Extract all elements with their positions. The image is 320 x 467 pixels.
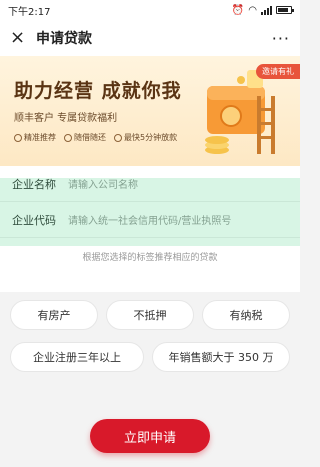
status-bar: 下午2:17 ⏰ ◠	[0, 0, 300, 20]
tag-hint: 根据您选择的标签推荐相应的贷款	[82, 253, 218, 263]
battery-icon	[276, 6, 294, 14]
apply-button[interactable]: 立即申请	[90, 419, 210, 453]
company-name-row[interactable]: 企业名称 请输入公司名称	[0, 166, 300, 202]
tag-registered-3-years[interactable]: 企业注册三年以上	[10, 342, 144, 372]
feature-item: 随借随还	[64, 132, 106, 143]
close-icon[interactable]: ×	[10, 29, 30, 47]
banner-subtitle: 顺丰客户 专属贷款福利	[14, 113, 118, 124]
banner-features: 精准推荐 随借随还 最快5分钟放款	[14, 132, 177, 143]
company-name-input[interactable]: 请输入公司名称	[68, 176, 288, 191]
tag-annual-sales[interactable]: 年销售额大于 350 万	[152, 342, 290, 372]
company-code-input[interactable]: 请输入统一社会信用代码/营业执照号	[68, 212, 288, 227]
company-code-row[interactable]: 企业代码 请输入统一社会信用代码/营业执照号	[0, 202, 300, 238]
invite-badge[interactable]: 邀请有礼	[256, 64, 300, 79]
signal-icon	[261, 5, 272, 15]
tag-has-property[interactable]: 有房产	[10, 300, 98, 330]
alarm-icon: ⏰	[231, 4, 245, 16]
page-title: 申请贷款	[36, 31, 92, 47]
status-time: 下午2:17	[8, 6, 51, 18]
tag-chips: 有房产 不抵押 有纳税 企业注册三年以上 年销售额大于 350 万	[0, 292, 300, 410]
check-icon	[14, 133, 22, 142]
wallet-coins-illustration	[205, 70, 275, 154]
more-icon[interactable]: ···	[272, 29, 290, 48]
clock-icon	[114, 133, 122, 142]
tag-no-collateral[interactable]: 不抵押	[106, 300, 194, 330]
feature-item: 精准推荐	[14, 132, 56, 143]
nav-bar: × 申请贷款 ···	[0, 20, 300, 56]
company-name-label: 企业名称	[12, 177, 56, 191]
banner-headline: 助力经营 成就你我	[14, 80, 182, 102]
check-icon	[64, 133, 72, 142]
promo-banner: 助力经营 成就你我 顺丰客户 专属贷款福利 精准推荐 随借随还 最快5分钟放款 …	[0, 56, 300, 166]
company-code-label: 企业代码	[12, 213, 56, 227]
status-icons: ⏰ ◠	[231, 4, 294, 16]
feature-item: 最快5分钟放款	[114, 132, 177, 143]
loan-form: 企业名称 请输入公司名称 企业代码 请输入统一社会信用代码/营业执照号 根据您选…	[0, 166, 300, 292]
wifi-icon: ◠	[248, 4, 257, 16]
tag-pays-tax[interactable]: 有纳税	[202, 300, 290, 330]
